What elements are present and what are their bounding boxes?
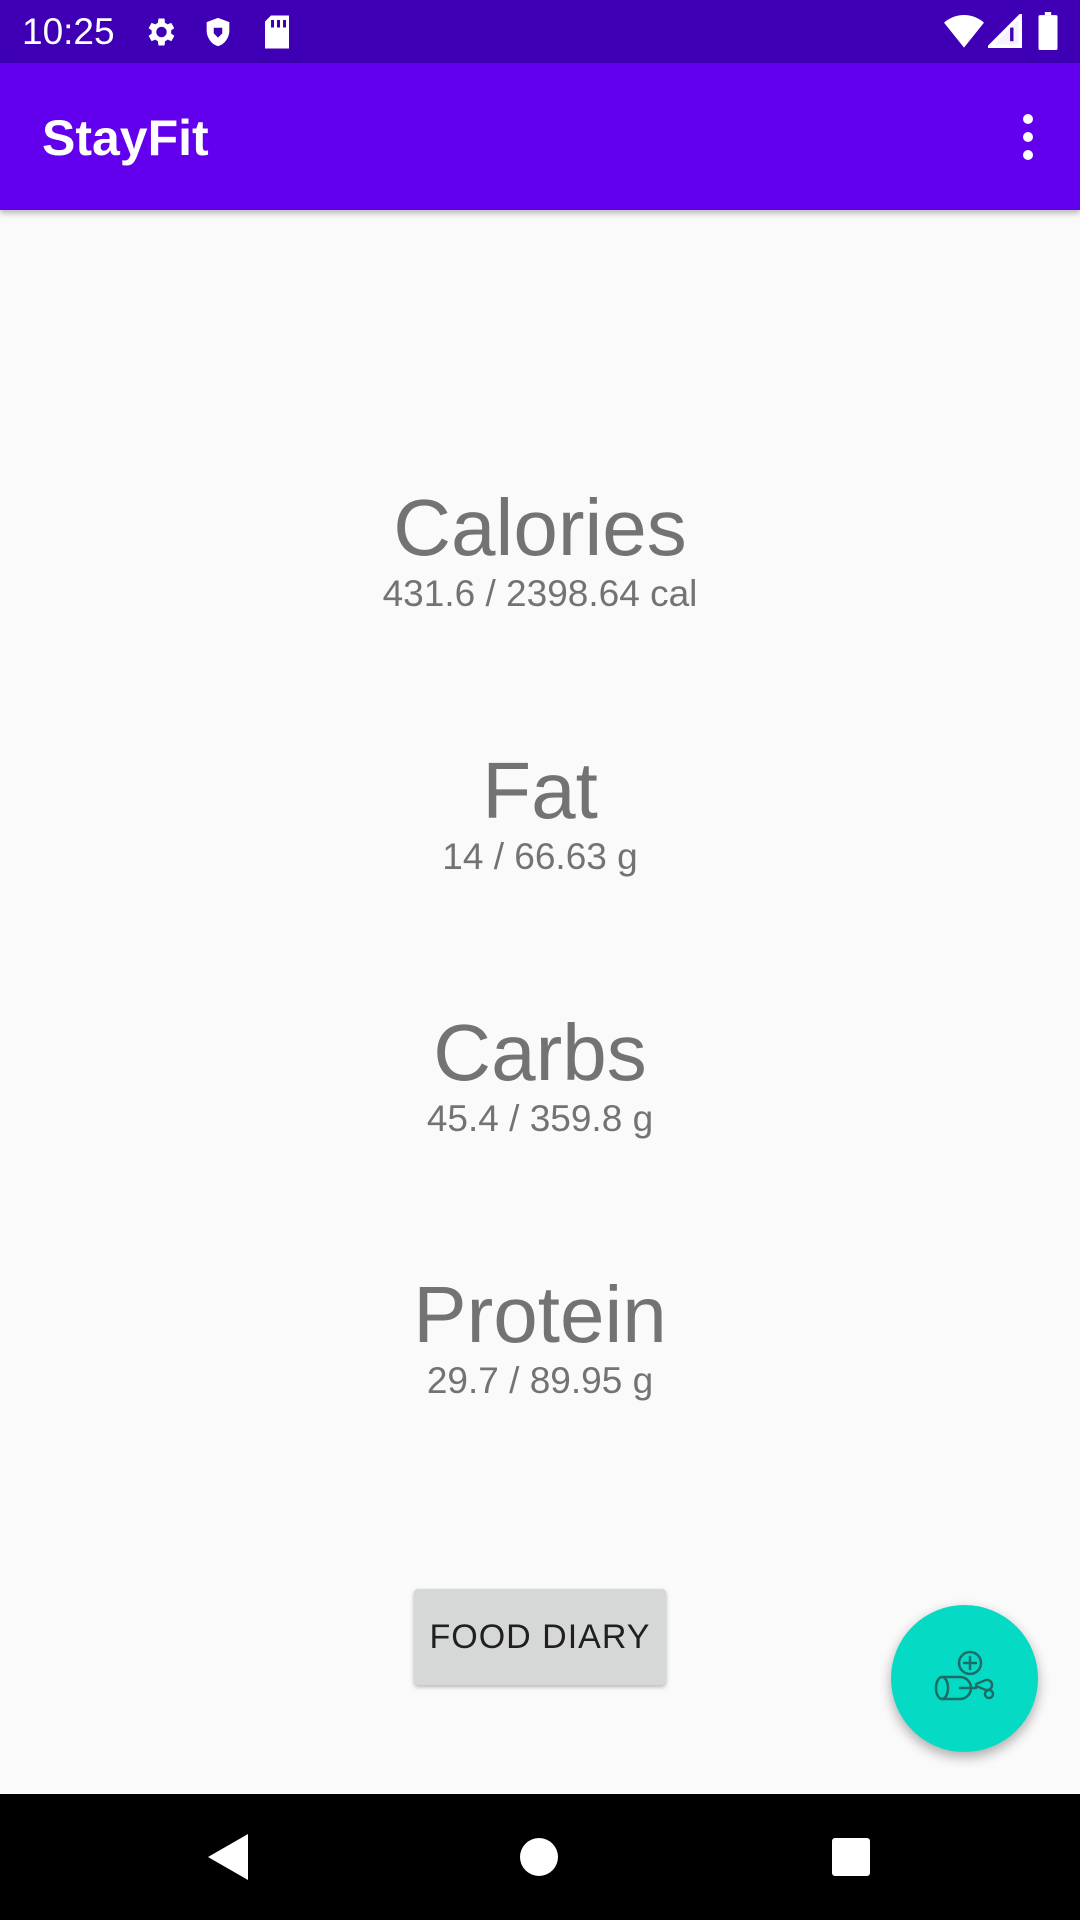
- more-vert-icon-dot: [1023, 150, 1033, 160]
- add-workout-icon: [932, 1648, 998, 1709]
- protein-label: Protein: [413, 1270, 667, 1359]
- back-button[interactable]: [192, 1822, 262, 1892]
- add-workout-fab[interactable]: [891, 1605, 1038, 1752]
- calories-label: Calories: [393, 483, 687, 572]
- navigation-bar: [0, 1794, 1080, 1920]
- gear-icon: [142, 14, 178, 55]
- shield-icon: [201, 14, 235, 55]
- carbs-stat: Carbs 45.4 / 359.8 g: [0, 1007, 1080, 1141]
- more-vert-icon: [1023, 114, 1033, 124]
- back-icon: [208, 1834, 248, 1880]
- carbs-label: Carbs: [433, 1008, 647, 1097]
- more-options-button[interactable]: [996, 97, 1060, 177]
- home-button[interactable]: [504, 1822, 574, 1892]
- status-time: 10:25: [22, 11, 115, 52]
- protein-value: 29.7 / 89.95 g: [426, 1360, 654, 1401]
- status-bar: 10:25: [0, 0, 1080, 63]
- more-vert-icon-dot: [1023, 132, 1033, 142]
- recents-icon: [832, 1838, 870, 1876]
- fat-stat: Fat 14 / 66.63 g: [0, 745, 1080, 879]
- calories-value: 431.6 / 2398.64 cal: [382, 573, 698, 614]
- home-icon: [520, 1838, 558, 1876]
- signal-icon: [985, 11, 1022, 53]
- fat-value: 14 / 66.63 g: [442, 836, 638, 877]
- app-bar: StayFit: [0, 63, 1080, 210]
- sd-card-icon: [262, 14, 292, 55]
- wifi-icon: [944, 14, 984, 53]
- recents-button[interactable]: [816, 1822, 886, 1892]
- fat-label: Fat: [482, 746, 598, 835]
- carbs-value: 45.4 / 359.8 g: [426, 1098, 654, 1139]
- protein-stat: Protein 29.7 / 89.95 g: [0, 1269, 1080, 1403]
- screen: 10:25 StayFit Calories 431.6 / 2398.64 c…: [0, 0, 1080, 1920]
- food-diary-button[interactable]: FOOD DIARY: [414, 1589, 666, 1685]
- battery-icon: [1038, 12, 1058, 55]
- calories-stat: Calories 431.6 / 2398.64 cal: [0, 482, 1080, 616]
- app-title: StayFit: [42, 110, 209, 166]
